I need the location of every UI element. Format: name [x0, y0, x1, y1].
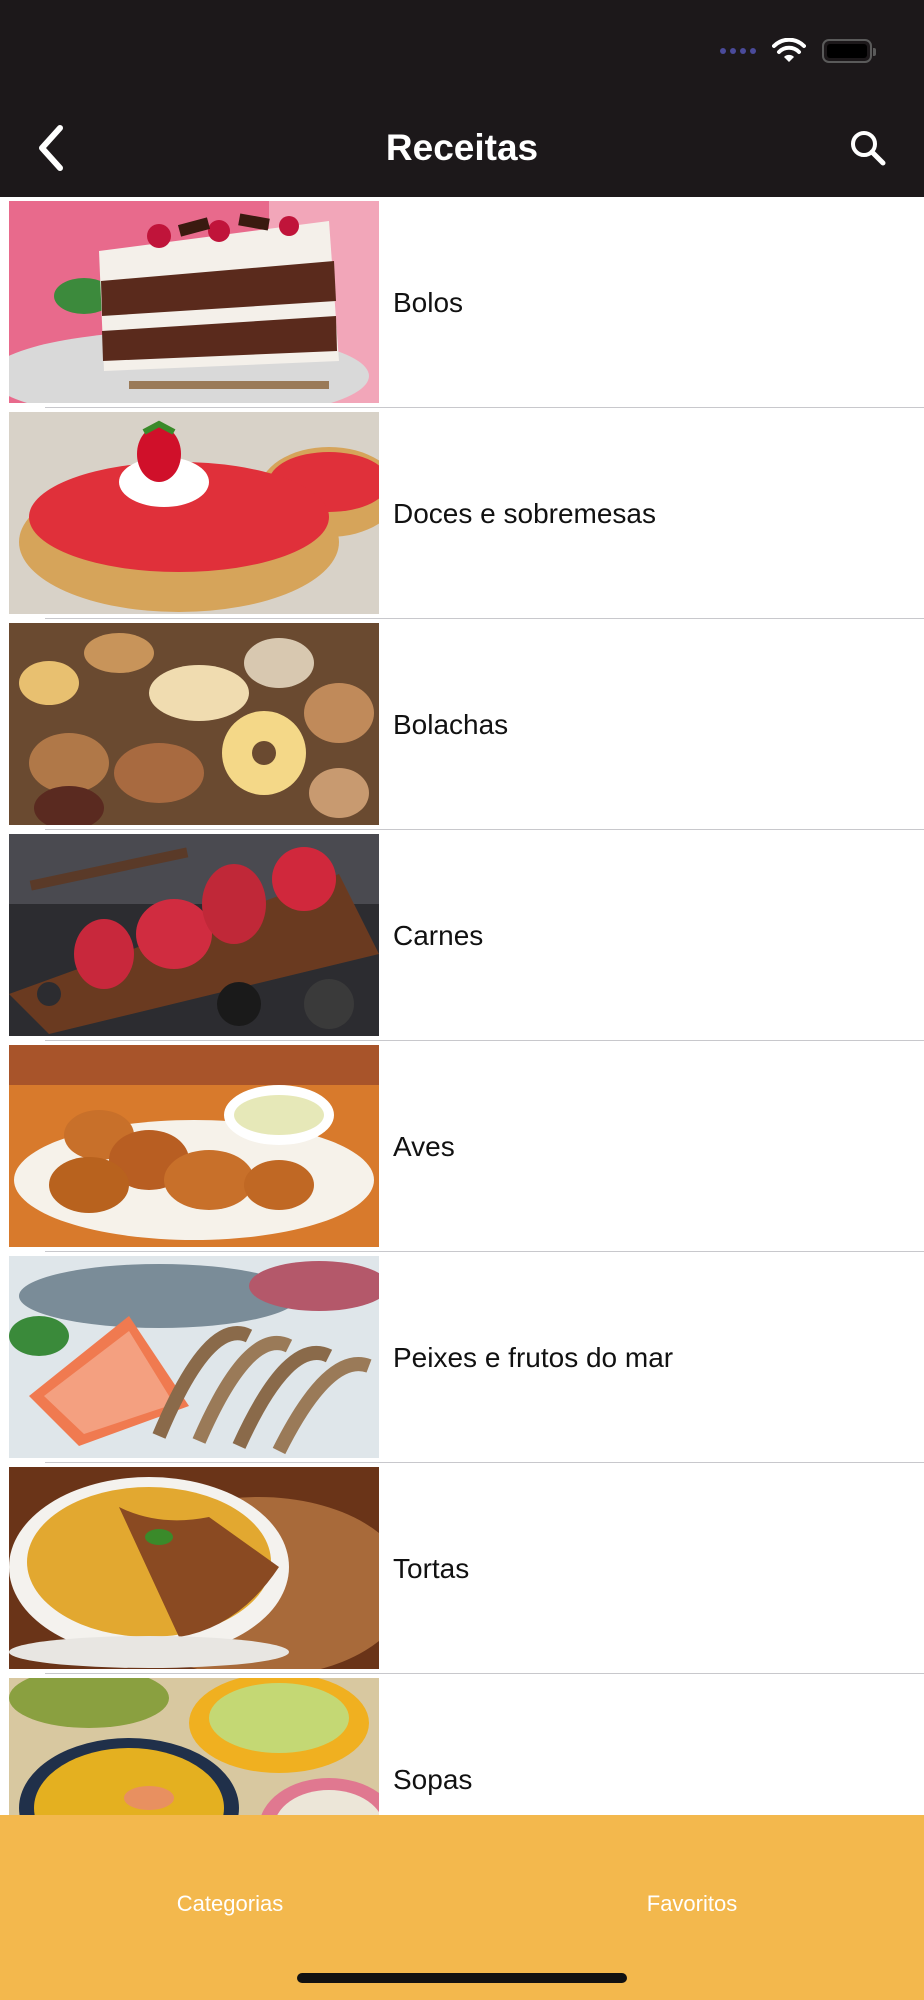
- list-item-label: Doces e sobremesas: [393, 498, 657, 529]
- list-item-doces-e-sobremesas[interactable]: Doces e sobremesas: [0, 408, 924, 619]
- seafood-photo: [9, 1256, 379, 1458]
- navigation-bar: Receitas: [0, 0, 924, 197]
- list-item-label: Peixes e frutos do mar: [393, 1342, 674, 1373]
- list-item-tortas[interactable]: Tortas: [0, 1463, 924, 1674]
- search-button[interactable]: [838, 118, 898, 178]
- list-item-label: Carnes: [393, 920, 484, 951]
- cookies-photo: [9, 623, 379, 825]
- list-item-peixes-e-frutos-do-mar[interactable]: Peixes e frutos do mar: [0, 1252, 924, 1463]
- cake-photo: [9, 201, 379, 403]
- list-item-sopas[interactable]: Sopas: [0, 1674, 924, 1815]
- page-title: Receitas: [385, 127, 539, 168]
- battery-icon: [822, 39, 876, 63]
- list-item-label: Bolachas: [393, 709, 509, 740]
- search-icon: [851, 131, 886, 166]
- pie-photo: [9, 1467, 379, 1669]
- strawberry-tart-photo: [9, 412, 379, 614]
- status-bar-icons: [720, 36, 876, 66]
- list-item-carnes[interactable]: Carnes: [0, 830, 924, 1041]
- home-indicator[interactable]: [297, 1973, 627, 1983]
- tab-categorias[interactable]: Categorias: [80, 1891, 380, 1917]
- list-item-bolachas[interactable]: Bolachas: [0, 619, 924, 830]
- list-item-label: Tortas: [393, 1553, 470, 1584]
- wifi-icon: [772, 38, 806, 62]
- tab-favoritos[interactable]: Favoritos: [542, 1891, 842, 1917]
- list-item-bolos[interactable]: Bolos: [0, 197, 924, 408]
- list-item-label: Aves: [393, 1131, 455, 1162]
- chicken-photo: [9, 1045, 379, 1247]
- list-item-aves[interactable]: Aves: [0, 1041, 924, 1252]
- list-item-label: Sopas: [393, 1764, 473, 1795]
- soups-photo: [9, 1678, 379, 1815]
- list-item-label: Bolos: [393, 287, 464, 318]
- steaks-photo: [9, 834, 379, 1036]
- cellular-signal-icon: [720, 48, 756, 54]
- category-list[interactable]: Bolos Doces e sobremesas Bolachas Carnes…: [0, 197, 924, 1815]
